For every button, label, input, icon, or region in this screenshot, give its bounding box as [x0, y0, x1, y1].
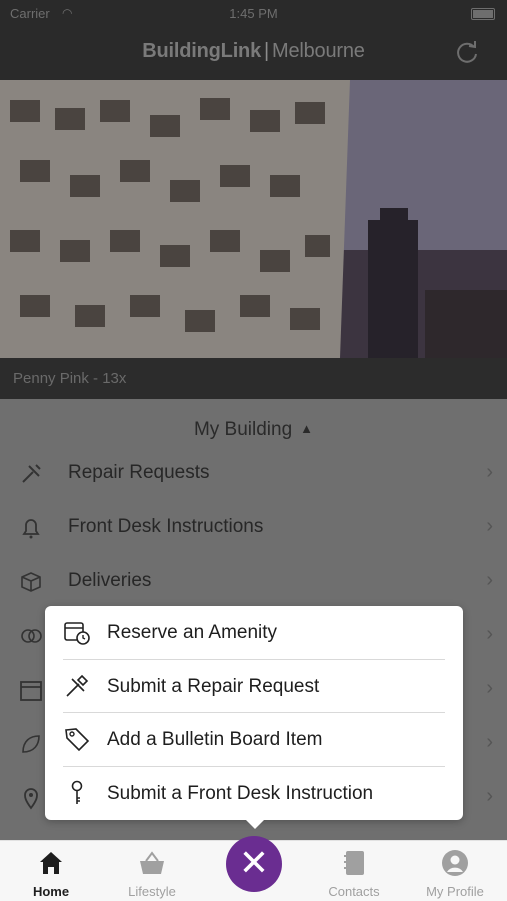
key-icon: [63, 779, 91, 807]
chevron-right-icon: ›: [486, 623, 493, 645]
chevron-right-icon: ›: [486, 515, 493, 537]
menu-item-label: Repair Requests: [68, 462, 210, 483]
section-title-label: My Building: [193, 419, 293, 440]
tools-icon: [18, 461, 44, 487]
brand-city: Melbourne: [272, 40, 365, 62]
calendar-icon: [18, 677, 44, 703]
menu-item-label: Deliveries: [68, 570, 152, 591]
tab-label: Lifestyle: [128, 884, 176, 899]
menu-item-label: Front Desk Instructions: [68, 516, 264, 537]
menu-item-label: Submit a Front Desk Instruction: [107, 783, 374, 804]
tab-lifestyle[interactable]: Lifestyle: [102, 841, 202, 901]
unit-caption-bar: Penny Pink - 13x: [0, 358, 507, 399]
tab-label: Contacts: [328, 884, 380, 899]
tab-label: My Profile: [426, 884, 484, 899]
profile-icon: [441, 849, 469, 877]
tab-label: Home: [32, 884, 70, 899]
close-menu-button[interactable]: ✕: [226, 836, 282, 892]
app-header: BuildingLink | Melbourne: [0, 28, 507, 80]
chevron-right-icon: ›: [486, 461, 493, 483]
brand-logo: BuildingLink | Melbourne: [0, 40, 507, 63]
leaf-icon: [18, 731, 44, 757]
menu-item-submit-repair-request[interactable]: Submit a Repair Request: [45, 660, 463, 713]
menu-item-label: Submit a Repair Request: [107, 676, 320, 697]
chevron-right-icon: ›: [486, 569, 493, 591]
tools-icon: [63, 672, 91, 700]
menu-item-reserve-amenity[interactable]: Reserve an Amenity: [45, 606, 463, 659]
status-bar: Carrier ◠ 1:45 PM: [0, 0, 507, 28]
tab-my-profile[interactable]: My Profile: [405, 841, 505, 901]
menu-item-front-desk-instructions[interactable]: Front Desk Instructions ›: [0, 501, 507, 555]
battery-icon: [471, 8, 495, 20]
caret-up-icon: ▲: [300, 421, 314, 436]
chevron-right-icon: ›: [486, 785, 493, 807]
chevron-right-icon: ›: [486, 731, 493, 753]
menu-item-deliveries[interactable]: Deliveries ›: [0, 555, 507, 609]
section-title[interactable]: My Building ▲: [0, 419, 507, 441]
tab-home[interactable]: Home: [1, 841, 101, 901]
building-hero-image: [0, 80, 507, 358]
chevron-right-icon: ›: [486, 677, 493, 699]
chat-icon: [18, 623, 44, 649]
brand-separator: |: [264, 40, 269, 62]
basket-icon: [138, 849, 166, 877]
close-icon: ✕: [238, 842, 270, 883]
status-time: 1:45 PM: [229, 6, 278, 21]
home-icon: [37, 849, 65, 877]
calendar-clock-icon: [63, 618, 91, 646]
menu-item-submit-front-desk-instruction[interactable]: Submit a Front Desk Instruction: [45, 767, 463, 820]
package-icon: [18, 569, 44, 595]
menu-item-label: Reserve an Amenity: [107, 622, 278, 643]
menu-item-repair-requests[interactable]: Repair Requests ›: [0, 447, 507, 501]
unit-caption: Penny Pink - 13x: [13, 370, 127, 387]
quick-action-menu: Reserve an Amenity Submit a Repair Reque…: [45, 606, 463, 829]
location-pin-icon: [18, 785, 44, 811]
bell-icon: [18, 515, 44, 541]
brand-name: BuildingLink: [142, 40, 261, 62]
tab-contacts[interactable]: Contacts: [304, 841, 404, 901]
menu-item-label: Add a Bulletin Board Item: [107, 729, 323, 750]
menu-item-add-bulletin-item[interactable]: Add a Bulletin Board Item: [45, 713, 463, 766]
tag-icon: [63, 725, 91, 753]
address-book-icon: [340, 849, 368, 877]
refresh-icon[interactable]: [453, 38, 481, 66]
